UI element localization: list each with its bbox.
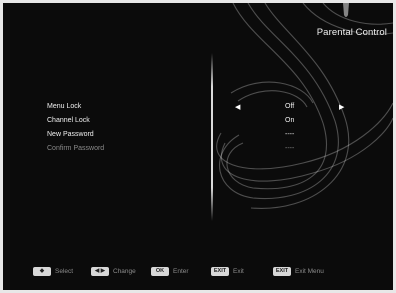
page-title: Parental Control (316, 27, 387, 38)
hint-enter-label: Enter (173, 267, 189, 275)
channel-lock-row[interactable]: Channel Lock On (47, 117, 357, 130)
footer-hint-bar: ◆ Select ◀ ▶ Change OK Enter EXIT Exit E… (3, 265, 393, 279)
confirm-password-row[interactable]: Confirm Password ---- (47, 145, 357, 158)
ok-key-icon: OK (151, 266, 169, 276)
new-password-label: New Password (47, 131, 94, 138)
confirm-password-value[interactable]: ---- (285, 145, 294, 152)
hint-change: ◀ ▶ Change (91, 265, 136, 277)
hint-exit-label: Exit (233, 267, 244, 275)
hint-exit: EXIT Exit (211, 265, 244, 277)
exit-key-icon: EXIT (211, 266, 229, 276)
new-password-value[interactable]: ---- (285, 131, 294, 138)
change-key-icon: ◀ ▶ (91, 266, 109, 276)
channel-lock-value[interactable]: On (285, 117, 294, 124)
menu-lock-row[interactable]: Menu Lock ◀ Off ▶ (47, 103, 357, 116)
confirm-password-label: Confirm Password (47, 145, 105, 152)
exit-menu-key-icon: EXIT (273, 266, 291, 276)
menu-lock-label: Menu Lock (47, 103, 82, 110)
hint-change-label: Change (113, 267, 136, 275)
hint-exit-menu-label: Exit Menu (295, 267, 324, 275)
arrow-left-icon[interactable]: ◀ (235, 103, 240, 111)
channel-lock-label: Channel Lock (47, 117, 90, 124)
arrow-right-icon[interactable]: ▶ (339, 103, 344, 111)
menu-lock-value[interactable]: Off (285, 103, 294, 110)
tv-screen: Parental Control Menu Lock ◀ Off ▶ Chann… (3, 3, 393, 290)
hint-select: ◆ Select (33, 265, 73, 277)
hint-enter: OK Enter (151, 265, 189, 277)
select-key-icon: ◆ (33, 266, 51, 276)
new-password-row[interactable]: New Password ---- (47, 131, 357, 144)
hint-select-label: Select (55, 267, 74, 275)
hint-exit-menu: EXIT Exit Menu (273, 265, 324, 277)
